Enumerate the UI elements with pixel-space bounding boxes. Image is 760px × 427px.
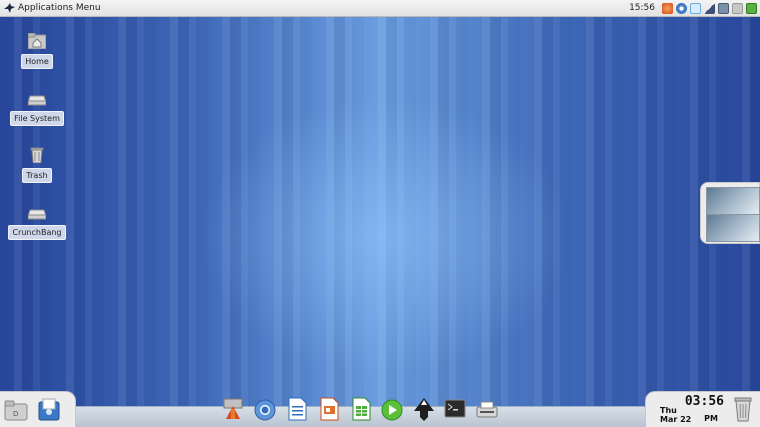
dock-clock-ampm: PM [704,414,718,423]
desktop-icon-file-system[interactable]: File System [10,90,64,126]
workspace-1-thumbnail[interactable] [706,187,760,215]
chromium-browser-icon[interactable] [254,397,276,421]
inkscape-icon[interactable] [413,397,435,421]
workspace-pager [700,182,760,244]
svg-text:D: D [13,410,18,418]
applications-menu-label: Applications Menu [18,3,101,13]
libreoffice-writer-icon[interactable] [286,397,308,421]
dock-clock-date: Mar 22 [660,415,692,424]
desktop-icon-label: File System [10,111,64,126]
crunchbang-logo-icon [4,3,15,13]
trash-icon [30,147,44,163]
power-icon[interactable] [732,2,743,14]
system-tray: 15:56 [629,0,760,17]
system-tools-icon[interactable] [222,397,244,421]
drive-icon [28,209,46,220]
dock-clock-day: Thu [660,406,677,415]
network-signal-icon[interactable] [704,2,715,14]
home-folder-icon [28,33,46,49]
green-app-icon[interactable] [746,2,757,14]
terminal-icon[interactable] [444,397,466,421]
top-panel: Applications Menu 15:56 [0,0,760,17]
desktop-icon-crunchbang[interactable]: CrunchBang [8,204,66,240]
trash-icon[interactable] [732,396,754,422]
dock-clock[interactable]: 03:56 Thu Mar 22 PM [656,394,724,426]
top-clock[interactable]: 15:56 [629,3,655,13]
desktop-icon-trash[interactable]: Trash [12,147,62,183]
desktop-icon-home[interactable]: Home [12,33,62,69]
media-player-icon[interactable] [381,397,403,421]
libreoffice-impress-icon[interactable] [318,397,340,421]
files-folder-icon[interactable]: D [4,397,28,423]
scanner-icon[interactable] [476,397,498,421]
dock-clock-time: 03:56 [684,394,724,409]
notification-icon[interactable] [662,2,673,14]
applications-menu-button[interactable]: Applications Menu [0,0,101,17]
desktop-icon-label: CrunchBang [8,225,66,240]
libreoffice-calc-icon[interactable] [350,397,372,421]
workspace-2-thumbnail[interactable] [706,214,760,242]
desktop-wallpaper [0,17,760,427]
dropbox-icon[interactable] [690,2,701,14]
desktop-icon-label: Home [21,54,53,69]
user-home-icon[interactable] [37,397,61,423]
desktop-icon-label: Trash [22,168,52,183]
drive-icon [28,95,46,106]
dock-right-panel: 03:56 Thu Mar 22 PM [645,391,760,427]
chromium-tray-icon[interactable] [676,2,687,14]
display-settings-icon[interactable] [718,2,729,14]
dock-left-panel: D [0,391,76,427]
